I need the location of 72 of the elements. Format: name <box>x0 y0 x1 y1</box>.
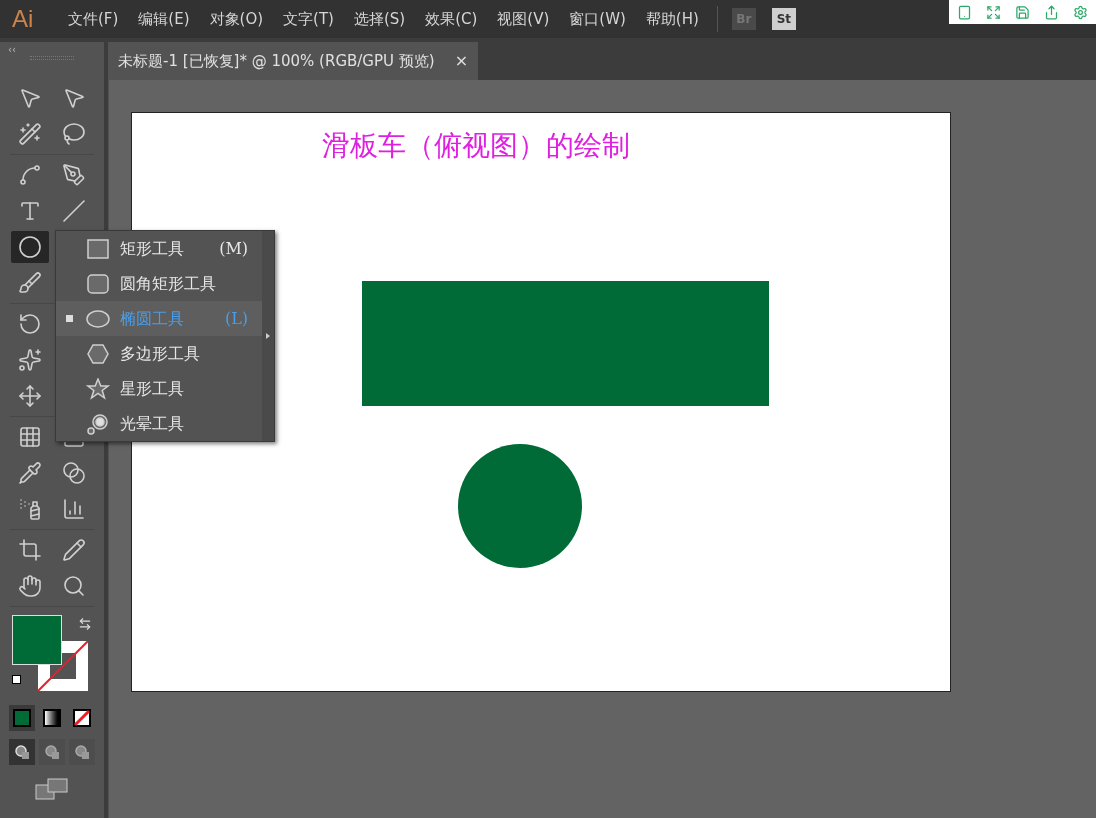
menu-item[interactable]: 选择(S) <box>345 7 414 31</box>
menu-item[interactable]: 文件(F) <box>60 7 127 31</box>
hexagon-icon <box>86 342 110 365</box>
tool-button[interactable] <box>11 231 49 263</box>
search-icon <box>62 574 86 598</box>
save-icon[interactable] <box>1015 4 1030 20</box>
brush-icon <box>18 271 42 295</box>
flyout-item[interactable]: 多边形工具 <box>56 336 263 371</box>
expand-icon[interactable] <box>986 4 1001 20</box>
ellipse-icon <box>18 235 42 259</box>
star-icon <box>86 377 110 400</box>
menu-item[interactable]: 窗口(W) <box>561 7 634 31</box>
eyedropper-icon <box>18 461 42 485</box>
pointer-icon <box>18 86 42 110</box>
screen-mode-icon[interactable] <box>35 777 69 801</box>
shortcut-label: (M) <box>219 237 249 260</box>
flyout-label: 椭圆工具 <box>120 307 184 330</box>
close-button[interactable]: × <box>454 49 469 73</box>
flare-icon <box>86 412 110 435</box>
menu-item[interactable]: 文字(T) <box>275 7 342 31</box>
hand-icon <box>18 574 42 598</box>
flyout-label: 矩形工具 <box>120 237 184 260</box>
menu-item[interactable]: 视图(V) <box>489 7 558 31</box>
collapse-button[interactable]: ‹‹ <box>0 42 16 56</box>
line-icon <box>62 199 86 223</box>
draw-mode-icon <box>14 744 30 760</box>
curve-icon <box>18 163 42 187</box>
settings-icon[interactable] <box>1073 4 1088 20</box>
tablet-icon[interactable] <box>957 4 972 20</box>
active-marker-icon <box>66 315 73 322</box>
ellipse-icon <box>86 307 110 330</box>
flyout-label: 圆角矩形工具 <box>120 272 216 295</box>
stock-button[interactable]: St <box>771 8 796 30</box>
rounded-rectangle-icon <box>86 272 110 295</box>
pen-icon <box>62 163 86 187</box>
color-mode-button[interactable] <box>9 705 35 731</box>
crop-icon <box>18 538 42 562</box>
rotate-icon <box>18 312 42 336</box>
app-logo: Ai <box>12 4 35 34</box>
bar-chart-icon <box>62 497 86 521</box>
type-icon <box>18 199 42 223</box>
caret-icon <box>266 333 271 339</box>
menu-item[interactable]: 对象(O) <box>201 7 272 31</box>
flyout-label: 星形工具 <box>120 377 184 400</box>
artboard-heading: 滑板车（俯视图）的绘制 <box>322 128 630 164</box>
flyout-item[interactable]: 圆角矩形工具 <box>56 266 263 301</box>
draw-mode-button[interactable] <box>9 739 35 765</box>
spray-can-icon <box>18 497 42 521</box>
move-icon <box>18 384 42 408</box>
magic-wand-icon <box>18 122 42 146</box>
sparkle-icon <box>18 348 42 372</box>
menu-item[interactable]: 帮助(H) <box>637 7 707 31</box>
pencil-icon <box>62 538 86 562</box>
flyout-item[interactable]: 星形工具 <box>56 371 263 406</box>
rectangle-icon <box>86 237 110 260</box>
share-icon[interactable] <box>1044 4 1059 20</box>
flyout-item[interactable]: 矩形工具 (M) <box>56 231 263 266</box>
grid-icon <box>18 425 42 449</box>
overlapping-circles-icon <box>62 461 86 485</box>
draw-mode-icon <box>74 744 90 760</box>
flyout-item[interactable]: 光晕工具 <box>56 406 263 441</box>
draw-mode-icon <box>44 744 60 760</box>
lasso-icon <box>62 122 86 146</box>
document-tab[interactable]: 未标题-1 [已恢复]* @ 100% (RGB/GPU 预览) × <box>108 42 479 80</box>
flyout-label: 多边形工具 <box>120 342 200 365</box>
swap-icon[interactable] <box>78 617 92 631</box>
shortcut-label: (L) <box>224 307 249 330</box>
document-title: 未标题-1 [已恢复]* @ 100% (RGB/GPU 预览) <box>118 50 435 72</box>
menu-item[interactable]: 效果(C) <box>417 7 486 31</box>
fill-swatch[interactable] <box>12 615 62 665</box>
menu-item[interactable]: 编辑(E) <box>130 7 198 31</box>
flyout-label: 光晕工具 <box>120 412 184 435</box>
